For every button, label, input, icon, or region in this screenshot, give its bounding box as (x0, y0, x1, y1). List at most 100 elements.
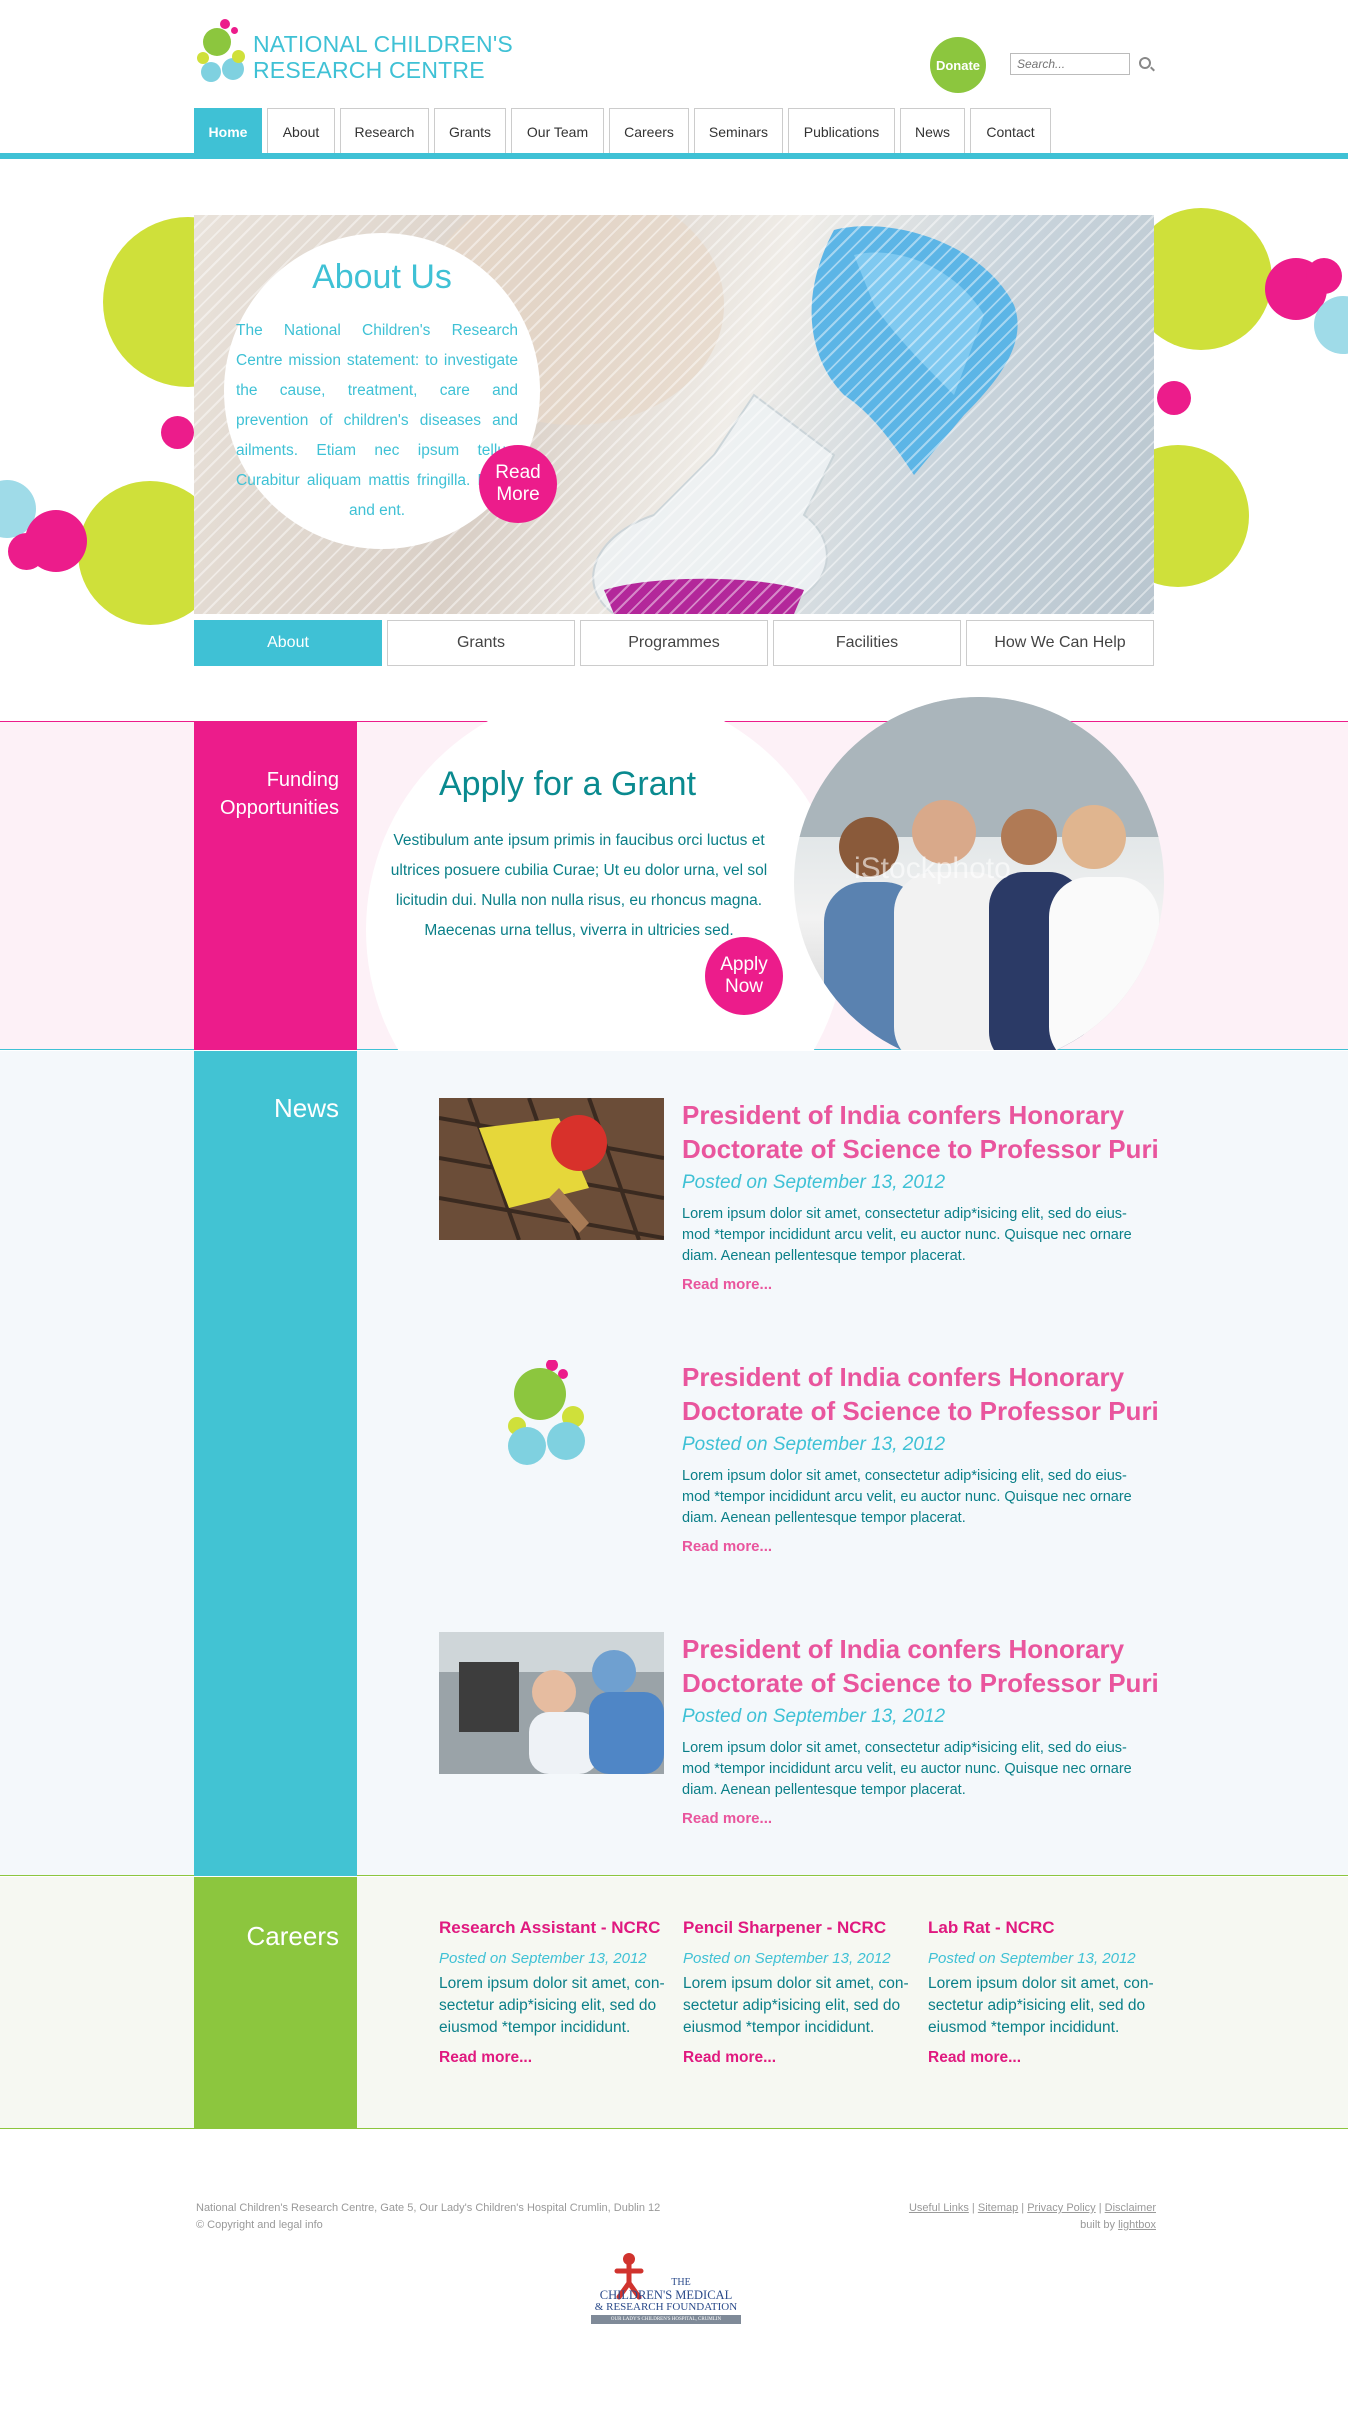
nav-item-grants[interactable]: Grants (434, 108, 506, 154)
sponsor-line-3: & RESEARCH FOUNDATION (594, 2301, 738, 2313)
footer-copyright[interactable]: © Copyright and legal info (196, 2217, 660, 2234)
footer-link-disclaimer[interactable]: Disclaimer (1105, 2202, 1156, 2214)
career-body: Lorem ipsum dolor sit amet, con-sectetur… (439, 1975, 665, 2036)
news-read-more-link[interactable]: Read more... (682, 1810, 772, 1827)
careers-side-panel: Careers (194, 1877, 357, 2129)
career-title[interactable]: Research Assistant - NCRC (439, 1918, 669, 1938)
nav-item-contact[interactable]: Contact (970, 108, 1051, 154)
career-body: Lorem ipsum dolor sit amet, con-sectetur… (683, 1975, 909, 2036)
logo-line-2: RESEARCH CENTRE (253, 57, 485, 83)
news-thumbnail[interactable] (439, 1632, 664, 1774)
deco-circle-pink-left-small (161, 416, 194, 449)
news-title[interactable]: President of India confers Honorary Doct… (682, 1098, 1162, 1166)
news-date: Posted on September 13, 2012 (682, 1172, 946, 1193)
about-us-text: The National Children's Research Centre … (236, 322, 518, 519)
about-us-title: About Us (312, 258, 452, 296)
donate-button[interactable]: Donate (930, 37, 986, 93)
career-date: Posted on September 13, 2012 (683, 1950, 891, 1967)
read-more-line-2: More (496, 484, 540, 505)
sponsor-line-2: CHILDREN'S MEDICAL (599, 2288, 733, 2302)
footer-link-sitemap[interactable]: Sitemap (978, 2202, 1018, 2214)
career-read-more-link[interactable]: Read more... (439, 2049, 669, 2067)
nav-underline (0, 153, 1348, 159)
news-body: Lorem ipsum dolor sit amet, consectetur … (682, 1468, 1132, 1526)
career-body: Lorem ipsum dolor sit amet, con-sectetur… (928, 1975, 1154, 2036)
nav-item-our-team[interactable]: Our Team (511, 108, 604, 154)
career-title[interactable]: Pencil Sharpener - NCRC (683, 1918, 913, 1938)
career-item: Pencil Sharpener - NCRC Posted on Septem… (683, 1918, 913, 2067)
footer-address: National Children's Research Centre, Gat… (196, 2202, 661, 2214)
career-date: Posted on September 13, 2012 (928, 1950, 1136, 1967)
footer-built-by-link[interactable]: lightbox (1118, 2219, 1156, 2231)
nav-item-research[interactable]: Research (340, 108, 429, 154)
apply-grant-title: Apply for a Grant (439, 765, 697, 803)
news-item: President of India confers Honorary Doct… (439, 1098, 1159, 1308)
footer-built-by-prefix: built by (1080, 2219, 1116, 2231)
hero-subtabs: About Grants Programmes Facilities How W… (194, 620, 1154, 666)
team-photo-watermark: iStockphoto (854, 852, 1011, 885)
footer-link-privacy-policy[interactable]: Privacy Policy (1027, 2202, 1095, 2214)
read-more-line-1: Read (495, 462, 541, 483)
search-icon[interactable] (1139, 57, 1151, 69)
news-body: Lorem ipsum dolor sit amet, consectetur … (682, 1740, 1132, 1798)
subtab-facilities[interactable]: Facilities (773, 620, 961, 666)
ncrc-logo-icon (508, 1360, 585, 1465)
read-more-button[interactable]: Read More (479, 445, 557, 523)
logo-circle-lime-2 (232, 50, 245, 63)
subtab-how-we-can-help[interactable]: How We Can Help (966, 620, 1154, 666)
sponsor-logo[interactable]: THE CHILDREN'S MEDICAL & RESEARCH FOUNDA… (589, 2251, 741, 2336)
construction-worker-image (439, 1098, 664, 1240)
doctors-microscope-image (439, 1632, 664, 1774)
footer-links: Useful Links | Sitemap | Privacy Policy … (908, 2202, 1156, 2231)
subtab-programmes[interactable]: Programmes (580, 620, 768, 666)
news-side-panel: News (194, 1051, 357, 1876)
funding-side-line-2: Opportunities (220, 797, 339, 819)
sponsor-text: THE CHILDREN'S MEDICAL & RESEARCH FOUNDA… (591, 2277, 741, 2324)
nav-item-home[interactable]: Home (194, 108, 262, 154)
news-item: President of India confers Honorary Doct… (439, 1360, 1159, 1570)
subtab-grants[interactable]: Grants (387, 620, 575, 666)
career-read-more-link[interactable]: Read more... (683, 2049, 913, 2067)
news-read-more-link[interactable]: Read more... (682, 1276, 772, 1293)
nav-item-news[interactable]: News (900, 108, 965, 154)
news-read-more-link[interactable]: Read more... (682, 1538, 772, 1555)
news-thumbnail[interactable] (439, 1098, 664, 1240)
nav-item-seminars[interactable]: Seminars (694, 108, 783, 154)
nav-item-careers[interactable]: Careers (609, 108, 689, 154)
footer-link-useful-links[interactable]: Useful Links (909, 2202, 969, 2214)
main-nav: Home About Research Grants Our Team Care… (194, 108, 1051, 154)
career-title[interactable]: Lab Rat - NCRC (928, 1918, 1158, 1938)
news-title[interactable]: President of India confers Honorary Doct… (682, 1360, 1162, 1428)
sponsor-line-4: OUR LADY'S CHILDREN'S HOSPITAL, CRUMLIN (591, 2315, 741, 2324)
deco-circle-pink-right-small (1306, 258, 1342, 294)
news-item: President of India confers Honorary Doct… (439, 1632, 1159, 1842)
career-item: Lab Rat - NCRC Posted on September 13, 2… (928, 1918, 1158, 2067)
career-date: Posted on September 13, 2012 (439, 1950, 647, 1967)
logo-circle-pink (220, 19, 230, 29)
career-item: Research Assistant - NCRC Posted on Sept… (439, 1918, 669, 2067)
funding-side-line-1: Funding (266, 769, 339, 791)
page: NATIONAL CHILDREN'S RESEARCH CENTRE Dona… (0, 0, 1348, 2423)
nav-item-publications[interactable]: Publications (788, 108, 895, 154)
logo-line-1: NATIONAL CHILDREN'S (253, 31, 513, 57)
news-title[interactable]: President of India confers Honorary Doct… (682, 1632, 1162, 1700)
search-input[interactable] (1010, 53, 1130, 75)
footer-info: National Children's Research Centre, Gat… (196, 2200, 660, 2234)
subtab-about[interactable]: About (194, 620, 382, 666)
career-read-more-link[interactable]: Read more... (928, 2049, 1158, 2067)
deco-circle-pink-right-dot (1157, 381, 1191, 415)
news-body: Lorem ipsum dolor sit amet, consectetur … (682, 1206, 1132, 1264)
news-date: Posted on September 13, 2012 (682, 1434, 946, 1455)
funding-side-panel: Funding Opportunities (194, 722, 357, 1050)
apply-now-line-2: Now (724, 976, 763, 997)
team-photo: iStockphoto (794, 697, 1164, 1050)
logo-circle-green (203, 28, 231, 56)
news-thumbnail-logo[interactable] (439, 1360, 664, 1502)
apply-grant-text: Vestibulum ante ipsum primis in faucibus… (390, 832, 768, 939)
careers-side-label: Careers (246, 1921, 339, 1951)
news-side-label: News (273, 1093, 339, 1123)
logo-circle-pink-small (231, 27, 238, 34)
apply-now-button[interactable]: Apply Now (705, 937, 783, 1015)
nav-item-about[interactable]: About (267, 108, 335, 154)
deco-circle-pink-left-2 (8, 533, 45, 570)
